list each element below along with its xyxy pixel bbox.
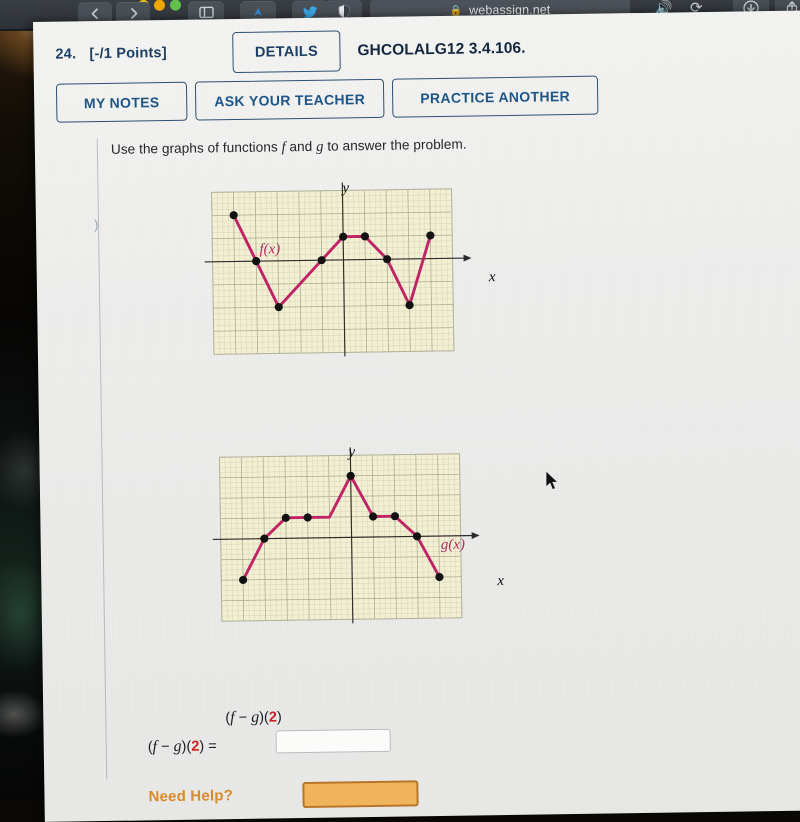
problem-prompt: Use the graphs of functions f and g to a… [111, 137, 467, 159]
answer-input[interactable] [275, 728, 391, 754]
my-notes-button[interactable]: MY NOTES [55, 81, 188, 123]
page-artifact-mark: ) [93, 217, 99, 233]
background-reflection-c [0, 690, 48, 738]
prompt-part-1: Use the graphs of functions [110, 139, 282, 157]
graph-g-y-axis-label: y [348, 444, 356, 461]
mouse-cursor [545, 470, 560, 491]
graph-f-x-axis-label: x [488, 269, 496, 286]
answer-expression-title: (f − g)(2) [225, 708, 282, 727]
problem-number: 24. [55, 46, 77, 63]
answer-expression-label: (f − g)(2) = [147, 737, 217, 756]
content-divider [96, 139, 108, 779]
graph-g-container: y x g(x) [211, 438, 504, 634]
need-help-button[interactable] [302, 780, 419, 809]
points-badge: [-/1 Points] [89, 45, 167, 63]
details-button[interactable]: DETAILS [232, 30, 341, 74]
problem-code: GHCOLALG12 3.4.106. [357, 39, 526, 60]
lock-icon: 🔒 [449, 4, 463, 16]
need-help-label: Need Help? [148, 787, 234, 806]
prompt-part-2: and [285, 138, 317, 155]
practice-another-button[interactable]: PRACTICE ANOTHER [391, 75, 599, 118]
prompt-part-3: to answer the problem. [323, 136, 467, 154]
graph-f-plot [204, 173, 472, 357]
action-button-row: MY NOTES ASK YOUR TEACHER PRACTICE ANOTH… [55, 75, 599, 124]
ask-your-teacher-button[interactable]: ASK YOUR TEACHER [194, 78, 385, 121]
graph-f-container: y x f(x) [203, 173, 496, 367]
graph-f-y-axis-label: y [342, 180, 350, 197]
graph-g-function-label: g(x) [440, 536, 466, 554]
answer-block: (f − g)(2) (f − g)(2) = Need Help? [105, 705, 525, 809]
graph-f-function-label: f(x) [259, 241, 281, 258]
webassign-page: ) 24. [-/1 Points] DETAILS GHCOLALG12 3.… [33, 10, 800, 822]
problem-header: 24. [-/1 Points] DETAILS GHCOLALG12 3.4.… [55, 24, 756, 78]
graph-g-x-axis-label: x [497, 573, 505, 590]
